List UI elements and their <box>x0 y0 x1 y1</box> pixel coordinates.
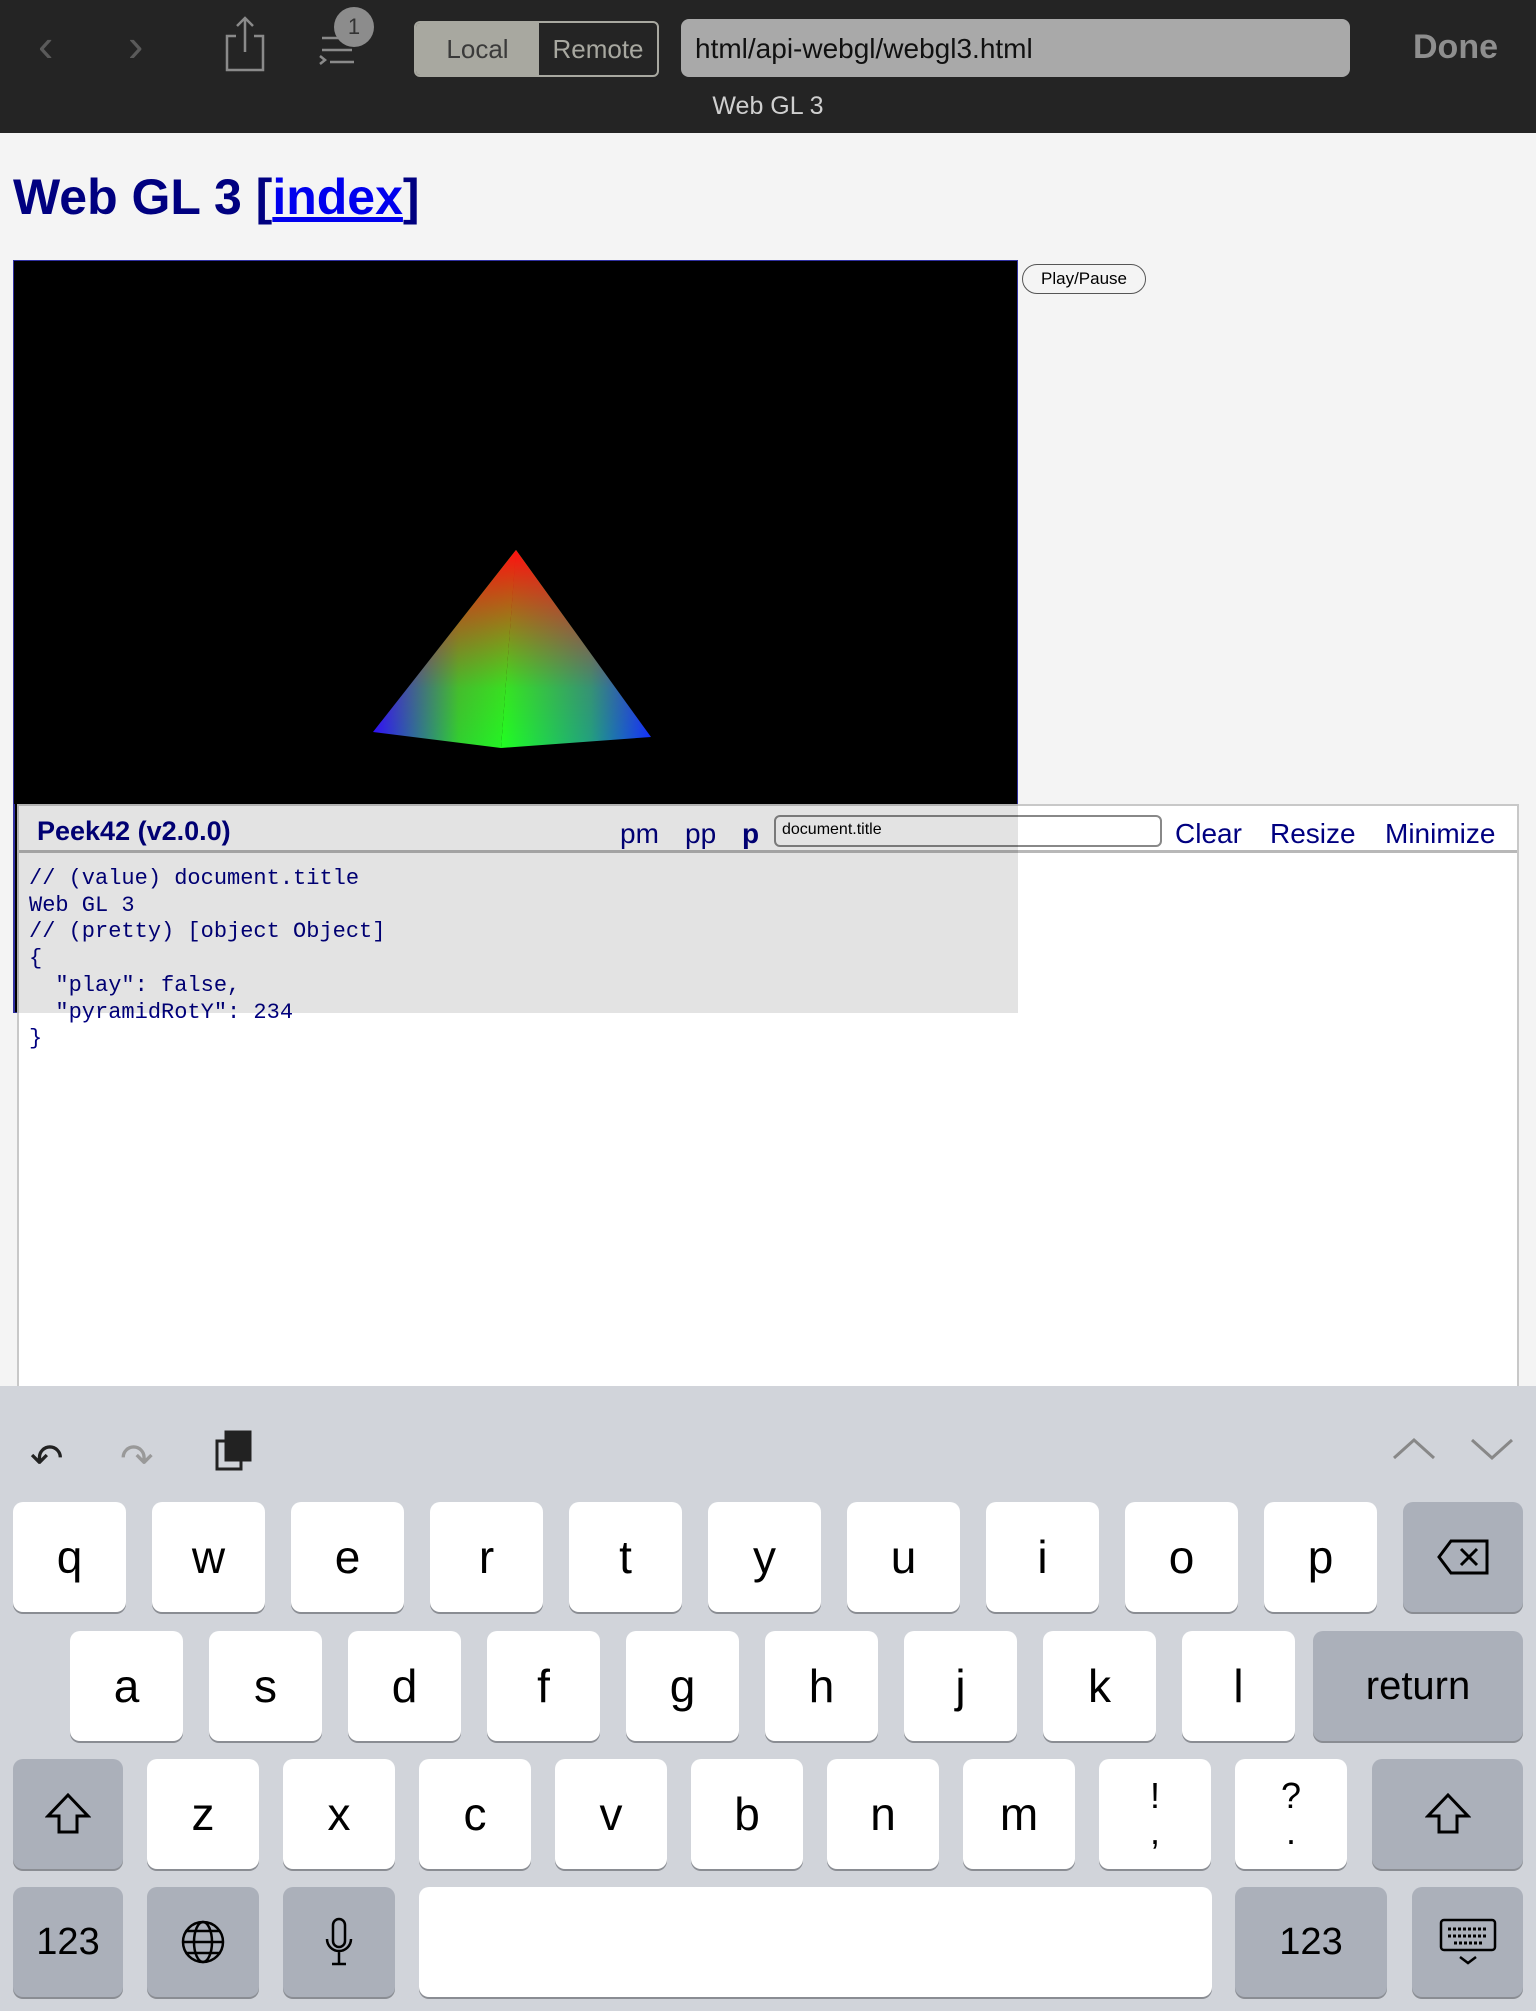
globe-key[interactable] <box>147 1887 259 1997</box>
shift-icon <box>45 1792 91 1834</box>
back-chevron-icon[interactable]: ‹ <box>38 18 53 72</box>
pp-link[interactable]: pp <box>685 818 716 850</box>
done-button[interactable]: Done <box>1413 28 1498 67</box>
key-r[interactable]: r <box>430 1502 543 1612</box>
microphone-icon <box>325 1917 353 1966</box>
key-5[interactable]: n <box>827 1759 939 1869</box>
resize-link[interactable]: Resize <box>1270 818 1356 850</box>
key-i[interactable]: i <box>986 1502 1099 1612</box>
key-a[interactable]: a <box>70 1631 183 1741</box>
page-title-label: Web GL 3 <box>712 92 824 120</box>
key-s[interactable]: s <box>209 1631 322 1741</box>
key-d[interactable]: d <box>348 1631 461 1741</box>
browser-toolbar: ‹ › 1 Local Remote html/api-webgl/webgl3… <box>0 0 1536 133</box>
key-h[interactable]: h <box>765 1631 878 1741</box>
share-icon[interactable] <box>224 16 266 72</box>
space-key[interactable] <box>419 1887 1212 1997</box>
globe-icon <box>181 1920 225 1964</box>
minimize-link[interactable]: Minimize <box>1385 818 1495 850</box>
shift-icon <box>1424 1792 1471 1834</box>
local-remote-segmented-control[interactable]: Local Remote <box>414 21 659 77</box>
paste-icon[interactable] <box>214 1429 254 1473</box>
key-q[interactable]: q <box>13 1502 126 1612</box>
bracket: ] <box>402 169 420 225</box>
key-7[interactable]: ! , <box>1099 1759 1211 1869</box>
backspace-icon <box>1437 1539 1489 1575</box>
key-6[interactable]: m <box>963 1759 1075 1869</box>
segment-remote[interactable]: Remote <box>539 23 657 75</box>
key-w[interactable]: w <box>152 1502 265 1612</box>
key-p[interactable]: p <box>1264 1502 1377 1612</box>
key-j[interactable]: j <box>904 1631 1017 1741</box>
backspace-key[interactable] <box>1403 1502 1523 1612</box>
redo-icon[interactable]: ↷ <box>120 1436 154 1482</box>
next-field-chevron-icon[interactable] <box>1470 1436 1514 1462</box>
page-heading: Web GL 3 [index] <box>13 168 420 226</box>
key-l[interactable]: l <box>1182 1631 1295 1741</box>
key-k[interactable]: k <box>1043 1631 1156 1741</box>
numbers-key[interactable]: 123 <box>13 1887 123 1997</box>
numbers-key-right[interactable]: 123 <box>1235 1887 1387 1997</box>
play-pause-button[interactable]: Play/Pause <box>1022 264 1146 294</box>
forward-chevron-icon[interactable]: › <box>128 18 143 72</box>
shift-key-right[interactable] <box>1372 1759 1523 1869</box>
key-8[interactable]: ? . <box>1235 1759 1347 1869</box>
bracket: [ <box>255 169 273 225</box>
index-link[interactable]: index <box>272 169 403 225</box>
undo-icon[interactable]: ↶ <box>30 1436 64 1482</box>
key-f[interactable]: f <box>487 1631 600 1741</box>
console-header: Peek42 (v2.0.0) pm pp p document.title C… <box>19 806 1517 853</box>
key-1[interactable]: x <box>283 1759 395 1869</box>
key-y[interactable]: y <box>708 1502 821 1612</box>
return-key[interactable]: return <box>1313 1631 1523 1741</box>
url-field[interactable]: html/api-webgl/webgl3.html <box>681 19 1350 77</box>
console-output: // (value) document.title Web GL 3 // (p… <box>29 866 386 1052</box>
heading-text: Web GL 3 <box>13 169 242 225</box>
hide-keyboard-key[interactable] <box>1412 1887 1523 1997</box>
segment-local[interactable]: Local <box>416 23 539 75</box>
key-0[interactable]: z <box>147 1759 259 1869</box>
pm-link[interactable]: pm <box>620 818 659 850</box>
key-g[interactable]: g <box>626 1631 739 1741</box>
tab-count-badge: 1 <box>334 7 374 47</box>
onscreen-keyboard: ↶ ↷ q w e r t y u i o p a s d f g h j k l return z x c v b n m! ,?… <box>0 1386 1536 2011</box>
shift-key[interactable] <box>13 1759 123 1869</box>
key-4[interactable]: b <box>691 1759 803 1869</box>
dictation-key[interactable] <box>283 1887 395 1997</box>
peek42-console: Peek42 (v2.0.0) pm pp p document.title C… <box>17 804 1519 1394</box>
previous-field-chevron-icon[interactable] <box>1392 1436 1436 1462</box>
key-2[interactable]: c <box>419 1759 531 1869</box>
keyboard-dismiss-icon <box>1439 1918 1496 1965</box>
p-link[interactable]: p <box>742 818 759 850</box>
key-3[interactable]: v <box>555 1759 667 1869</box>
console-title: Peek42 (v2.0.0) <box>37 816 231 846</box>
key-e[interactable]: e <box>291 1502 404 1612</box>
key-o[interactable]: o <box>1125 1502 1238 1612</box>
expression-input[interactable]: document.title <box>774 815 1162 847</box>
clear-link[interactable]: Clear <box>1175 818 1242 850</box>
key-u[interactable]: u <box>847 1502 960 1612</box>
key-t[interactable]: t <box>569 1502 682 1612</box>
